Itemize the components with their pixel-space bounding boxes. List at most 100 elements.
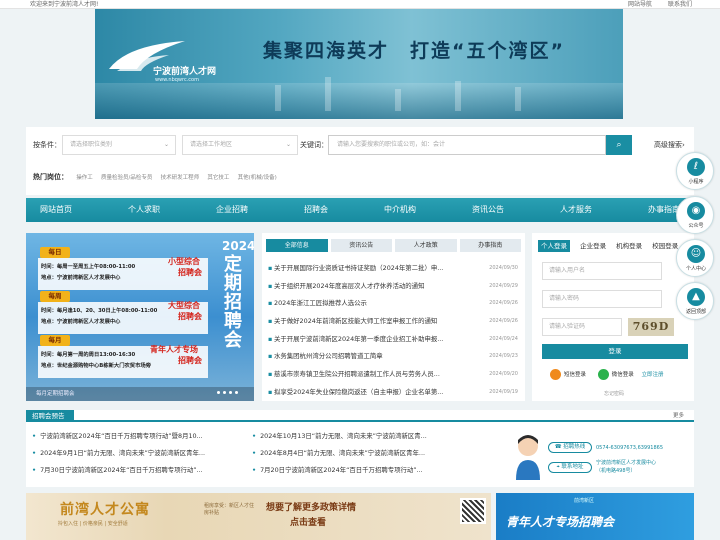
- back-to-top-button[interactable]: ▲ 返回顶部: [676, 282, 714, 320]
- promo-type: 招聘会: [178, 268, 202, 277]
- tab-policy[interactable]: 人才政策: [395, 239, 457, 252]
- list-item[interactable]: • 2024年9月1日“前力无限、湾向未来”宁波前湾新区青年...: [32, 445, 244, 462]
- contact-link[interactable]: 联系我们: [668, 1, 692, 8]
- advanced-search-link[interactable]: 高级搜索›: [654, 135, 685, 155]
- sms-login-button[interactable]: 短信登录: [550, 369, 586, 380]
- list-item[interactable]: • 宁波前湾新区2024年“百日千万招聘专项行动”暨8月10...: [32, 428, 244, 445]
- nav-job-fair[interactable]: 招聘会: [304, 198, 328, 222]
- tab-all[interactable]: 全部信息: [266, 239, 328, 252]
- alt-login-row: 短信登录 微信登录 立即注册: [550, 369, 664, 381]
- list-item[interactable]: • 2024年10月13日“前力无限、湾向未来”宁波前湾新区青...: [252, 428, 464, 445]
- promo-type: 小型综合: [168, 257, 200, 266]
- chevron-down-icon: ⌄: [285, 141, 291, 148]
- list-item[interactable]: ▪ 关于开展国际行业资质证书持证奖励（2024年第二批）申... 2024/09/3…: [268, 260, 520, 278]
- wechat-login-button[interactable]: 微信登录: [597, 369, 634, 380]
- ad-title: 前湾人才公寓: [60, 502, 150, 518]
- site-nav-link[interactable]: 网站导航: [628, 1, 652, 8]
- tab-guide[interactable]: 办事指南: [459, 239, 521, 252]
- more-link[interactable]: 更多: [673, 410, 684, 422]
- section-title: 招聘会预告: [32, 412, 65, 420]
- promo-tag: 每日: [40, 247, 70, 258]
- promo-year: 2024: [222, 239, 254, 253]
- list-item[interactable]: ▪ 关于开展宁波前湾新区2024年第一季度企业招工补助申报... 2024/09/2…: [268, 331, 520, 349]
- main-nav: 网站首页 个人求职 企业招聘 招聘会 中介机构 资讯公告 人才服务 办事指南: [26, 198, 694, 222]
- forgot-password-link[interactable]: 忘记密码: [604, 390, 624, 397]
- tab-company-login[interactable]: 企业登录: [580, 242, 606, 250]
- search-panel: 按条件： 请选择职位类别 ⌄ 请选择工作地区 ⌄ 关键词： 请输入您要搜索的职位或公…: [26, 127, 694, 195]
- mini-program-button[interactable]: ℓ 小程序: [676, 152, 714, 190]
- wechat-icon: ◉: [687, 202, 705, 220]
- ad-title: 青年人才专场招聘会: [506, 515, 615, 529]
- keyword-label: 关键词：: [300, 141, 328, 149]
- fair-list-right: • 2024年10月13日“前力无限、湾向未来”宁波前湾新区青... • 2024年…: [252, 428, 464, 479]
- list-item[interactable]: • 7月20日宁波前湾新区2024年“百日千万招聘专项行动”...: [252, 462, 464, 479]
- nav-agency[interactable]: 中介机构: [384, 198, 416, 222]
- username-field[interactable]: 请输入用户名: [542, 262, 662, 280]
- tab-campus-login[interactable]: 校园登录: [652, 242, 678, 250]
- login-tabs: 个人登录 企业登录 机构登录 校园登录: [538, 240, 686, 252]
- job-fair-carousel[interactable]: 2024 定期招聘会 每日 时间：每周一至周五上午08:00-11:00 地点：…: [26, 233, 254, 401]
- hot-job[interactable]: 质量检验员/品检专员: [101, 175, 152, 181]
- list-item[interactable]: ▪ 水务集团杭州湾分公司招聘管道工简章 2024/09/23: [268, 348, 520, 366]
- hot-job[interactable]: 其它技工: [207, 175, 229, 181]
- news-tabs: 全部信息 资讯公告 人才政策 办事指南: [266, 239, 521, 252]
- user-icon: ☺: [687, 245, 705, 263]
- qr-code-icon: [460, 498, 486, 524]
- news-panel: 全部信息 资讯公告 人才政策 办事指南 ▪ 关于开展国际行业资质证书持证奖励（20…: [262, 233, 525, 401]
- user-center-button[interactable]: ☺ 个人中心: [676, 239, 714, 277]
- list-item[interactable]: ▪ 关于组织开展2024年度高层次人才疗休养活动的通知 2024/09/29: [268, 278, 520, 296]
- job-category-select[interactable]: 请选择职位类别 ⌄: [62, 135, 176, 155]
- address-value: （机电路498号）: [596, 468, 636, 474]
- hot-job[interactable]: 技术研发工程师: [161, 175, 200, 181]
- keyword-input[interactable]: 请输入您要搜索的职位或公司，如：会计: [328, 135, 606, 155]
- section-header: 招聘会预告 更多: [26, 410, 694, 422]
- ad-policy-cta: 点击查看: [290, 518, 327, 528]
- list-item[interactable]: • 7月30日宁波前湾新区2024年“百日千万招聘专项行动”...: [32, 462, 244, 479]
- hot-job[interactable]: 其他(机械/设备): [238, 175, 277, 181]
- tab-agency-login[interactable]: 机构登录: [616, 242, 642, 250]
- official-account-button[interactable]: ◉ 公众号: [676, 196, 714, 234]
- hero-banner[interactable]: 宁波前湾人才网 www.nbqwrc.com 集聚四海英才 打造“五个湾区”: [95, 9, 623, 119]
- search-button[interactable]: ⌕: [606, 135, 632, 155]
- promo-type: 大型综合: [168, 301, 200, 310]
- list-item[interactable]: ▪ 拟享受2024年失业保险稳岗返还（自主申报）企业名单第... 2024/09/1…: [268, 384, 520, 402]
- list-item[interactable]: • 2024年8月4日“前力无限、湾向未来”宁波前湾新区青年...: [252, 445, 464, 462]
- nav-recruit[interactable]: 企业招聘: [216, 198, 248, 222]
- captcha-image[interactable]: 769D: [628, 318, 674, 336]
- nav-jobseeker[interactable]: 个人求职: [128, 198, 160, 222]
- service-avatar-icon: [516, 435, 540, 480]
- login-button[interactable]: 登录: [542, 344, 688, 359]
- hot-jobs-label: 热门岗位：: [33, 173, 68, 181]
- top-bar: 欢迎来到宁波前湾人才网! 网站导航 联系我们: [0, 0, 720, 9]
- carousel-dots[interactable]: [214, 388, 238, 396]
- hot-job[interactable]: 操作工: [76, 175, 93, 181]
- password-field[interactable]: 请输入密码: [542, 290, 662, 308]
- nav-talent-service[interactable]: 人才服务: [560, 198, 592, 222]
- ad-policy: 想要了解更多政策详情: [266, 503, 357, 513]
- address-label: ⌖ 联系地址: [548, 462, 592, 473]
- tab-announcements[interactable]: 资讯公告: [330, 239, 392, 252]
- location-select[interactable]: 请选择工作地区 ⌄: [182, 135, 298, 155]
- contact-card: ☎ 招聘热线 0574-63097673,63991865 ⌖ 联系地址 宁波前…: [512, 428, 690, 484]
- list-item[interactable]: ▪ 2024年浙江工匠拟推荐人选公示 2024/09/26: [268, 295, 520, 313]
- captcha-field[interactable]: 请输入验证码: [542, 318, 622, 336]
- welcome-text: 欢迎来到宁波前湾人才网!: [30, 1, 99, 8]
- nav-news[interactable]: 资讯公告: [472, 198, 504, 222]
- nav-guide[interactable]: 办事指南: [648, 198, 680, 222]
- list-item[interactable]: ▪ 慈溪市崇寿镇卫生院公开招聘派遣制工作人员与劳务人员... 2024/09/20: [268, 366, 520, 384]
- talent-apartment-ad[interactable]: 前湾人才公寓 拎包入住 | 价格亲民 | 安全舒适 租房享受：新区人才住房补贴 …: [26, 493, 491, 540]
- top-links: 网站导航 联系我们: [614, 0, 692, 9]
- youth-job-fair-ad[interactable]: 前湾新区 青年人才专场招聘会: [496, 493, 694, 540]
- promo-title: 定期招聘会: [224, 254, 242, 351]
- logo-url: www.nbqwrc.com: [155, 77, 199, 83]
- register-link[interactable]: 立即注册: [642, 372, 664, 378]
- nav-home[interactable]: 网站首页: [40, 198, 72, 222]
- login-panel: 个人登录 企业登录 机构登录 校园登录 请输入用户名 请输入密码 请输入验证码 …: [532, 233, 694, 401]
- wechat-icon: [597, 369, 609, 380]
- ad-note: 租房享受：新区人才住房补贴: [204, 503, 255, 516]
- hotline-value: 0574-63097673,63991865: [596, 445, 664, 451]
- news-list: ▪ 关于开展国际行业资质证书持证奖励（2024年第二批）申... 2024/09/3…: [268, 260, 520, 402]
- phone-icon: [550, 369, 561, 380]
- list-item[interactable]: ▪ 关于做好2024年前湾新区技能大师工作室申报工作的通知 2024/09/26: [268, 313, 520, 331]
- tab-personal-login[interactable]: 个人登录: [538, 240, 570, 252]
